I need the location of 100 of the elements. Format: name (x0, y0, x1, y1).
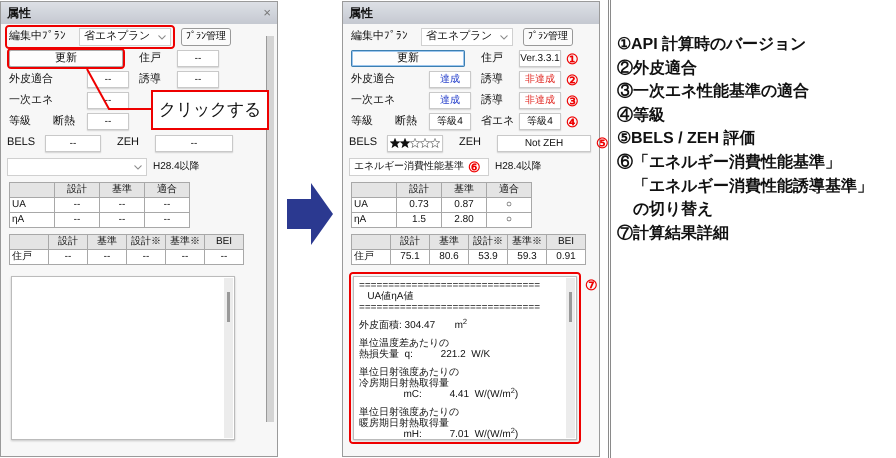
field-label: 省エネ (481, 114, 515, 128)
table-cell: -- (54, 212, 100, 228)
result-field: -- (177, 71, 219, 88)
result-field: 非達成 (519, 71, 561, 88)
result-field: -- (177, 50, 219, 67)
standard-select[interactable] (7, 158, 147, 176)
table-cell: ○ (486, 212, 532, 228)
column-header: 適合 (486, 182, 532, 198)
field-label: ZEH (117, 136, 140, 150)
annotation-number: ⑤ (596, 136, 609, 150)
detail-line: 単位日射強度あたりの (359, 367, 460, 378)
table-cell: 1.5 (396, 212, 442, 228)
result-field: -- (45, 134, 101, 152)
table-header (352, 234, 390, 250)
field-label: 等級 (9, 114, 32, 128)
field-label: 一次エネ (9, 94, 54, 108)
note-line: ⑥「エネルギー消費性能基準」 (617, 152, 842, 173)
star-icon (390, 138, 400, 148)
table-cell: -- (54, 198, 100, 212)
detail-line: mH: 7.01 W/(W/m$^{2}$) (403, 429, 520, 439)
column-header: 設計※ (126, 234, 166, 250)
table-cell: -- (144, 212, 190, 228)
plan-manage-button[interactable]: ﾌﾟﾗﾝ管理 (523, 28, 573, 46)
result-field: -- (87, 92, 129, 109)
field-label: ZEH (459, 136, 482, 150)
column-header: 適合 (144, 182, 190, 198)
table-cell: 0.73 (396, 198, 442, 212)
star-icon (400, 138, 410, 148)
panel-title: 属性 (7, 6, 31, 20)
field-label: 断熱 (395, 114, 418, 128)
plan-manage-button[interactable]: ﾌﾟﾗﾝ管理 (181, 28, 231, 46)
column-header: 基準 (430, 234, 468, 250)
field-label: 誘導 (481, 94, 504, 108)
row-header: UA (10, 198, 54, 212)
note-line: ⑤BELS / ZEH 評価 (617, 128, 756, 150)
scrollbar[interactable] (566, 278, 575, 438)
detail-line: 冷房期日射熱取得量 (359, 378, 450, 389)
detail-line: UA値ηA値 (366, 291, 414, 302)
detail-line: 熱損失量 q: 221.2 W/K (359, 349, 492, 360)
detail-line: =============================== (359, 280, 542, 291)
plan-select[interactable]: 省エネプラン (421, 28, 513, 46)
row-header: ηA (10, 212, 54, 228)
result-field: 等級4 (519, 113, 561, 130)
plan-select[interactable]: 省エネプラン (79, 28, 171, 46)
field-label: 住戸 (139, 52, 162, 66)
detail-line: 暖房期日射熱取得量 (359, 418, 450, 429)
annotation-number: ③ (565, 94, 580, 108)
field-label: BELS (7, 136, 36, 150)
table-cell: 0.91 (546, 250, 586, 264)
table-cell: -- (48, 250, 88, 264)
scrollbar[interactable] (224, 278, 233, 438)
result-field: Not ZEH (497, 134, 591, 152)
annotation-number: ⑦ (585, 278, 598, 292)
detail-line: 単位温度差あたりの (359, 338, 450, 349)
detail-line: 外皮面積: 304.47 m$^{2}$ (359, 320, 468, 331)
standard-select[interactable]: エネルギー消費性能基準 ⑥ (349, 158, 489, 176)
chevron-icon (158, 34, 166, 40)
column-header: 設計 (54, 182, 100, 198)
result-field: 非達成 (519, 92, 561, 109)
field-label: 外皮適合 (9, 72, 54, 86)
table-cell: -- (126, 250, 166, 264)
detail-line: 単位日射強度あたりの (359, 407, 460, 418)
detail-line: =============================== (359, 302, 542, 313)
table-cell: ○ (486, 198, 532, 212)
scrollbar[interactable] (266, 36, 274, 422)
star-icon (430, 138, 440, 148)
field-label: BELS (349, 136, 378, 150)
note-line: ②外皮適合 (617, 58, 698, 79)
column-header: BEI (204, 234, 244, 250)
table-cell: 53.9 (468, 250, 508, 264)
field-label: H28.4以降 (153, 161, 200, 173)
detail-line: mC: 4.41 W/(W/m$^{2}$) (403, 389, 520, 400)
row-header: UA (352, 198, 396, 212)
result-field: Ver.3.3.1 (519, 50, 561, 67)
update-button[interactable]: 更新 (9, 50, 123, 67)
field-label: 等級 (351, 114, 374, 128)
result-field: 達成 (429, 92, 471, 109)
column-header: 基準※ (166, 234, 204, 250)
table-cell: -- (88, 250, 126, 264)
column-header: 設計※ (468, 234, 508, 250)
table-cell: 80.6 (430, 250, 468, 264)
field-label: 誘導 (139, 72, 162, 86)
field-label: 一次エネ (351, 94, 396, 108)
annotation-number: ① (565, 52, 580, 66)
table-cell: 75.1 (390, 250, 430, 264)
chevron-icon (134, 164, 142, 170)
table-header (352, 182, 396, 198)
field-label: 編集中ﾌﾟﾗﾝ (351, 30, 409, 44)
annotation-number: ④ (565, 114, 580, 128)
note-line: の切り替え (632, 200, 714, 220)
column-header: 基準 (100, 182, 144, 198)
result-field: -- (87, 71, 129, 88)
update-button[interactable]: 更新 (351, 50, 465, 67)
column-header: 基準 (88, 234, 126, 250)
star-icon (410, 138, 420, 148)
field-label: H28.4以降 (495, 161, 542, 173)
field-label: 誘導 (481, 72, 504, 86)
panel-title: 属性 (349, 6, 373, 20)
result-field: 等級4 (429, 113, 471, 130)
table-cell: 2.80 (442, 212, 486, 228)
